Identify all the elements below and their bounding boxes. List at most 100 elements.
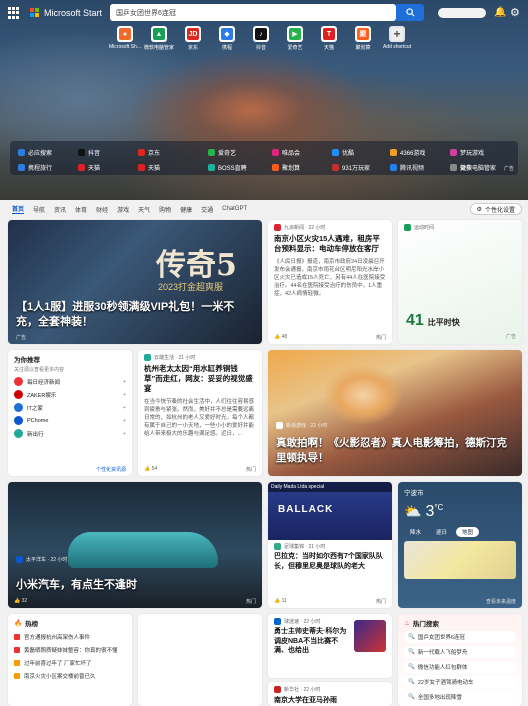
follow-plus-icon[interactable]: + [123, 431, 126, 437]
shortcut-label: 微软电脑管家 [143, 45, 174, 51]
quick-link[interactable]: 抖音 [78, 148, 100, 157]
feed-tab[interactable]: 天气 [138, 205, 150, 214]
quick-link[interactable]: BOSS直聘 [208, 163, 247, 172]
quick-link[interactable]: 优酷 [332, 148, 354, 157]
hot-search-item[interactable]: 🔍 22岁女子酒驾骑电动车 [404, 676, 516, 688]
recommend-item[interactable]: 新出行 + [14, 429, 126, 438]
shortcut-item[interactable]: ▶ 爱奇艺 [278, 26, 312, 54]
quick-link[interactable]: 腾讯视频 [390, 163, 424, 172]
feed-tab[interactable]: 健康 [180, 205, 192, 214]
search-input[interactable]: 国乒女团世界6连冠 [110, 4, 396, 21]
quick-link[interactable]: 天猫 [78, 163, 100, 172]
quick-link[interactable]: 唯品会 [272, 148, 300, 157]
shortcut-item[interactable]: 聚聚划算 [346, 26, 380, 54]
quick-link-icon [390, 149, 397, 156]
shortcut-label: 爱奇艺 [287, 45, 303, 51]
hot-search-item[interactable]: 🔍 全国多地出现降雪 [404, 691, 516, 703]
quick-link[interactable]: 梦玩游戏 [450, 148, 484, 157]
search-button[interactable] [396, 4, 424, 21]
shortcut-item[interactable]: JD 京东 [176, 26, 210, 54]
shortcut-item[interactable]: ● Microsoft Sh... [108, 26, 142, 54]
personalize-button[interactable]: ⚙ 个性化设置 [469, 203, 522, 215]
feed-tab[interactable]: 财经 [96, 205, 108, 214]
hot-search-item[interactable]: 🔍 微信功能人红包群体 [404, 661, 516, 673]
recommend-more-link[interactable]: 个性化资讯源 [96, 466, 126, 473]
shortcut-item[interactable]: + Add shortcut [380, 26, 414, 54]
weather-cta[interactable]: 查看未来温度 [486, 598, 516, 605]
account-area[interactable] [438, 8, 486, 18]
notification-bell-icon[interactable]: 🔔 [494, 7, 506, 19]
shortcut-icon: + [389, 26, 405, 42]
shortcut-icon: JD [185, 26, 201, 42]
settings-gear-icon[interactable]: ⚙ [510, 6, 520, 19]
game-ad-card[interactable]: 传奇5 2023打金超爽服 【1人1服】进服30秒领满级VIP礼包！一米不充，全… [8, 220, 262, 344]
follow-plus-icon[interactable]: + [123, 418, 126, 424]
feed-tab[interactable]: 游戏 [117, 205, 129, 214]
card-footer: 👍 48 热门 [274, 334, 386, 341]
news-card-car[interactable]: 太平洋车 · 22 小时 小米汽车，有点生不逢时 👍 32 热门 [8, 482, 262, 608]
quick-link-icon [208, 164, 215, 171]
shortcut-item[interactable]: T 天猫 [312, 26, 346, 54]
card-body: 在当今快节奏的社会生活中，人们往往容易感到疲惫与紧张。然而，美好并不总是需要远离… [144, 399, 255, 437]
quick-link[interactable]: 4366游戏 [390, 148, 425, 157]
news-card-hangzhou[interactable]: 云端生活 · 21 小时 杭州老太太因“用水缸养铜钱草”而走红，网友：妥妥的视觉… [138, 350, 262, 476]
shortcut-label: 携程 [221, 45, 232, 51]
hot-search-item[interactable]: 🔍 国乒女团世界6连冠 [404, 631, 516, 643]
feed-tab[interactable]: 交通 [201, 205, 213, 214]
quick-link[interactable]: 京东 [138, 148, 160, 157]
follow-plus-icon[interactable]: + [123, 405, 126, 411]
recommend-item[interactable]: ZAKER娱乐 + [14, 390, 126, 399]
shortcut-label: Add shortcut [382, 44, 412, 50]
feed-tab[interactable]: 资讯 [54, 205, 66, 214]
card-body: 《人民日报》报道，南京市政府24日凌晨召开发布会通报，南京市雨花台区明尼阳光水岸… [274, 259, 386, 297]
sports-ad-card[interactable]: 运动时间 41 比平时快 广告 [398, 220, 522, 344]
news-card-nanjing[interactable]: 九派新闻 · 22 小时 南京小区火灾15人遇难，租房平台预料显示：电动车停放在… [268, 220, 392, 344]
news-thumbnail [354, 620, 386, 652]
hot-list-item[interactable]: 南京火灾小区案交楼前曾已久 [14, 672, 126, 680]
follow-plus-icon[interactable]: + [123, 392, 126, 398]
news-card-island[interactable]: 新华社 · 22 小时 南京大学在亚马孙雨 [268, 682, 392, 706]
feed-tab[interactable]: 导航 [33, 205, 45, 214]
search-icon: 🔍 [408, 694, 415, 700]
feed-tab[interactable]: 首页 [12, 204, 25, 214]
shortcut-item[interactable]: ◆ 携程 [210, 26, 244, 54]
quick-link[interactable]: 爱奇艺 [208, 148, 236, 157]
weather-tab[interactable]: 地图 [456, 527, 480, 537]
quick-link[interactable]: 聚划算 [272, 163, 300, 172]
football-image: Daily Mada Ltda special BALLACK [268, 482, 392, 540]
hot-search-items: 🔍 国乒女团世界6连冠 🔍 新一代载人飞船梦舟 🔍 微信功能人红包群体 🔍 22岁女子酒驾骑电… [404, 631, 516, 703]
feed-tab[interactable]: 购物 [159, 205, 171, 214]
quick-link-icon [272, 164, 279, 171]
app-launcher-icon[interactable] [8, 7, 20, 19]
follow-plus-icon[interactable]: + [123, 379, 126, 385]
feed-tab[interactable]: ChatGPT [222, 206, 247, 212]
quick-link[interactable]: 必应搜索 [18, 148, 52, 157]
shortcut-item[interactable]: ▲ 微软电脑管家 [142, 26, 176, 54]
quick-link[interactable]: 931万玩家 [332, 163, 370, 172]
hot-list-item[interactable]: 黄磊晒照质疑妹妹整容：你真的很不懂 [14, 646, 126, 654]
news-card-football[interactable]: Daily Mada Ltda special BALLACK 足球集锦 · 2… [268, 482, 392, 608]
feed-tab[interactable]: 体育 [75, 205, 87, 214]
recommend-list: 每日经济新闻 + ZAKER娱乐 + IT之家 + PChome + 新出行 + [14, 377, 126, 438]
card-title: 南京小区火灾15人遇难，租房平台预料显示：电动车停放在客厅 [274, 234, 380, 253]
card-footer: 👍 54 热门 [144, 466, 256, 473]
quick-link[interactable]: 更多 [450, 163, 472, 172]
recommend-item[interactable]: PChome + [14, 416, 126, 425]
recommend-item[interactable]: IT之家 + [14, 403, 126, 412]
quick-link[interactable]: 携程旅行 [18, 163, 52, 172]
weather-card[interactable]: 宁波市 ⛅ 3 °C 降水 逐日 地图 查看未来温度 [398, 482, 522, 608]
brand-name[interactable]: Microsoft Start [44, 8, 102, 18]
hot-list-item[interactable]: 过年前喜过年了 厂家忙坏了 [14, 659, 126, 667]
news-source: 云端生活 · 21 小时 [144, 354, 256, 361]
hot-list-item[interactable]: 官方通报杭州高架伤人事件 [14, 633, 126, 641]
weather-tab[interactable]: 逐日 [430, 527, 453, 537]
recommend-item[interactable]: 每日经济新闻 + [14, 377, 126, 386]
rank-marker [14, 634, 20, 640]
weather-tab[interactable]: 降水 [404, 527, 427, 537]
hot-search-item[interactable]: 🔍 新一代载人飞船梦舟 [404, 646, 516, 658]
shortcut-item[interactable]: ♪ 抖音 [244, 26, 278, 54]
news-card-naruto[interactable]: 新浪游戏 · 22 小时 真敢拍啊！《火影忍者》真人电影筹拍，德斯汀克里顿执导！ [268, 350, 522, 476]
quick-link[interactable]: 天猫 [138, 163, 160, 172]
feed-area: 首页 导航 资讯 体育 财经 游戏 天气 购物 健康 交通 ChatGPT ⚙ 个性化设置 传奇5 2… [0, 200, 528, 706]
news-card-warriors[interactable]: 球迷速 · 22 小时 勇士主帅史蒂夫·科尔为调皮NBA不当比赛不满、也给出 [268, 614, 392, 678]
